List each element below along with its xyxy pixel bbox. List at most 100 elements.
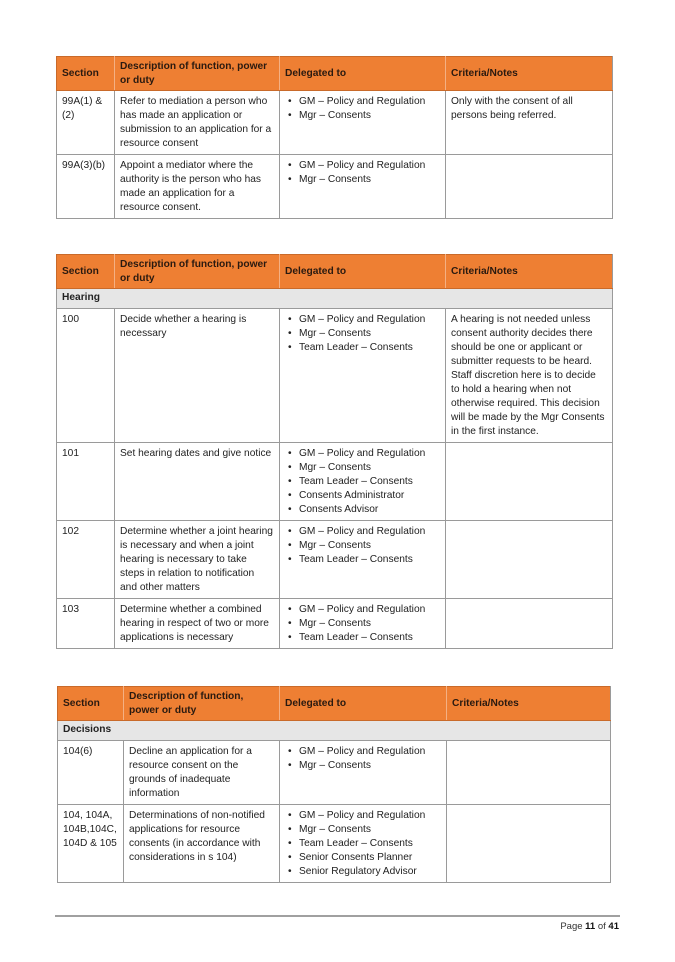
delegate-list: GM – Policy and RegulationMgr – Consents [285,159,440,187]
cell-section: 104(6) [57,740,124,805]
delegate-item: Senior Consents Planner [285,851,441,865]
table-row: 104(6) Decline an application for a resou… [57,740,611,805]
delegate-item: Team Leader – Consents [285,837,441,851]
cell-section: 99A(3)(b) [56,154,115,219]
delegate-item: Mgr – Consents [285,461,440,475]
cell-section: 100 [56,308,115,443]
delegate-item: GM – Policy and Regulation [285,525,440,539]
table-header-row: Section Description of function, power o… [57,686,611,721]
cell-delegated-to: GM – Policy and RegulationMgr – Consents [279,154,446,219]
delegate-list: GM – Policy and RegulationMgr – Consents [285,95,440,123]
table-row: 99A(1) & (2) Refer to mediation a person … [56,90,613,155]
delegate-item: Team Leader – Consents [285,475,440,489]
cell-delegated-to: GM – Policy and RegulationMgr – Consents [279,90,446,155]
delegate-list: GM – Policy and RegulationMgr – Consents… [285,809,441,879]
delegate-item: GM – Policy and Regulation [285,313,440,327]
page-number: Page 11 of 41 [560,920,619,934]
delegate-item: GM – Policy and Regulation [285,745,441,759]
header-criteria-notes: Criteria/Notes [445,254,613,289]
delegate-list: GM – Policy and RegulationMgr – Consents… [285,525,440,567]
cell-section: 101 [56,442,115,521]
cell-delegated-to: GM – Policy and RegulationMgr – Consents… [279,804,447,883]
delegate-item: Mgr – Consents [285,823,441,837]
delegate-item: Consents Advisor [285,503,440,517]
delegate-item: Mgr – Consents [285,327,440,341]
delegate-item: GM – Policy and Regulation [285,603,440,617]
cell-criteria-notes [445,598,613,649]
delegate-item: GM – Policy and Regulation [285,159,440,173]
cell-delegated-to: GM – Policy and RegulationMgr – Consents… [279,520,446,599]
cell-description: Determinations of non-notified applicati… [123,804,280,883]
page-of: of [597,921,606,932]
delegate-item: Mgr – Consents [285,539,440,553]
delegate-item: Mgr – Consents [285,173,440,187]
delegate-item: GM – Policy and Regulation [285,447,440,461]
table-row: 102 Determine whether a joint hearing is … [56,520,613,599]
cell-description: Determine whether a joint hearing is nec… [114,520,280,599]
group-row: Decisions [57,720,611,741]
group-heading: Hearing [56,288,613,309]
delegate-item: Team Leader – Consents [285,631,440,645]
table-row: 100 Decide whether a hearing is necessary… [56,308,613,443]
cell-criteria-notes [445,520,613,599]
header-delegated-to: Delegated to [279,254,446,289]
table-header-row: Section Description of function, power o… [56,254,613,289]
cell-criteria-notes: Only with the consent of all persons bei… [445,90,613,155]
table-body: Hearing 100 Decide whether a hearing is ne… [56,288,613,649]
delegate-item: Mgr – Consents [285,617,440,631]
delegate-list: GM – Policy and RegulationMgr – Consents… [285,447,440,517]
cell-section: 99A(1) & (2) [56,90,115,155]
cell-section: 103 [56,598,115,649]
delegate-item: Consents Administrator [285,489,440,503]
page-total: 41 [608,921,619,932]
cell-description: Decide whether a hearing is necessary [114,308,280,443]
delegate-item: Mgr – Consents [285,759,441,773]
cell-section: 104, 104A, 104B,104C, 104D & 105 [57,804,124,883]
cell-description: Refer to mediation a person who has made… [114,90,280,155]
cell-delegated-to: GM – Policy and RegulationMgr – Consents [279,740,447,805]
header-section: Section [56,56,115,91]
header-description: Description of function, power or duty [114,56,280,91]
header-criteria-notes: Criteria/Notes [445,56,613,91]
cell-delegated-to: GM – Policy and RegulationMgr – Consents… [279,442,446,521]
delegate-item: Team Leader – Consents [285,341,440,355]
header-section: Section [56,254,115,289]
cell-criteria-notes: A hearing is not needed unless consent a… [445,308,613,443]
table-row: 103 Determine whether a combined hearing … [56,598,613,649]
delegate-list: GM – Policy and RegulationMgr – Consents… [285,313,440,355]
header-delegated-to: Delegated to [279,686,447,721]
table-body: Decisions 104(6) Decline an application fo… [57,720,611,883]
header-description: Description of function, power or duty [123,686,280,721]
table-header-row: Section Description of function, power o… [56,56,613,91]
delegate-item: GM – Policy and Regulation [285,809,441,823]
header-description: Description of function, power or duty [114,254,280,289]
table-body: 99A(1) & (2) Refer to mediation a person … [56,90,613,219]
table-row: 101Set hearing dates and give noticeGM –… [56,442,613,521]
group-row: Hearing [56,288,613,309]
cell-criteria-notes [445,154,613,219]
cell-delegated-to: GM – Policy and RegulationMgr – Consents… [279,598,446,649]
page-prefix: Page [560,921,583,932]
delegate-item: Senior Regulatory Advisor [285,865,441,879]
delegate-item: Team Leader – Consents [285,553,440,567]
table-row: 99A(3)(b) Appoint a mediator where the au… [56,154,613,219]
cell-delegated-to: GM – Policy and RegulationMgr – Consents… [279,308,446,443]
delegate-item: GM – Policy and Regulation [285,95,440,109]
footer-divider [55,915,620,917]
cell-section: 102 [56,520,115,599]
delegate-list: GM – Policy and RegulationMgr – Consents [285,745,441,773]
delegate-list: GM – Policy and RegulationMgr – Consents… [285,603,440,645]
cell-criteria-notes [446,804,611,883]
cell-description: Set hearing dates and give notice [114,442,280,521]
cell-criteria-notes [446,740,611,805]
cell-description: Decline an application for a resource co… [123,740,280,805]
group-heading: Decisions [57,720,611,741]
delegations-table-decisions: Section Description of function, power o… [57,686,611,883]
delegations-table-mediation: Section Description of function, power o… [56,56,613,219]
delegations-table-hearing: Section Description of function, power o… [56,254,613,649]
delegate-item: Mgr – Consents [285,109,440,123]
table-row: 104, 104A, 104B,104C, 104D & 105 Determin… [57,804,611,883]
cell-description: Appoint a mediator where the authority i… [114,154,280,219]
header-criteria-notes: Criteria/Notes [446,686,611,721]
cell-criteria-notes [445,442,613,521]
